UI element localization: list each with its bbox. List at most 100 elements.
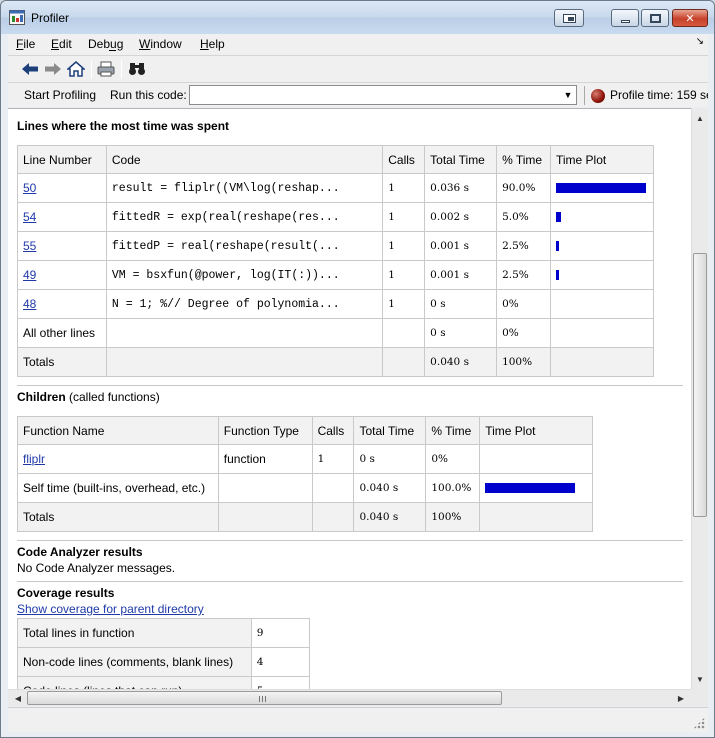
menu-window[interactable]: Window: [139, 37, 182, 51]
report-content: Lines where the most time was spent Line…: [8, 108, 691, 689]
table-row: Non-code lines (comments, blank lines) 4: [17, 647, 311, 677]
code-analyzer-title: Code Analyzer results: [17, 545, 143, 559]
column-header: % Time: [425, 416, 481, 445]
status-bar: [8, 707, 708, 732]
total-time-cell: 0.040 s: [353, 502, 427, 532]
resize-grip-icon[interactable]: [693, 717, 705, 729]
back-button[interactable]: [20, 60, 40, 78]
table-header-row: Function Name Function Type Calls Total …: [17, 416, 593, 445]
percent-time-cell: 2.5%: [496, 231, 551, 261]
start-profiling-button[interactable]: Start Profiling: [24, 88, 96, 102]
line-number-link[interactable]: 48: [23, 297, 36, 311]
dock-arrow-icon[interactable]: ↘: [696, 36, 704, 47]
totals-row: Totals 0.040 s 100%: [17, 347, 654, 377]
show-coverage-link[interactable]: Show coverage for parent directory: [17, 602, 204, 616]
vertical-scroll-thumb[interactable]: [693, 253, 707, 517]
table-row: Total lines in function 9: [17, 618, 311, 648]
time-plot-bar: [556, 212, 561, 222]
code-cell: result = fliplr((VM\log(reshap...: [105, 173, 384, 203]
maximize-icon: [649, 13, 661, 23]
column-header: Total Time: [424, 145, 498, 174]
column-header: % Time: [496, 145, 551, 174]
forward-button[interactable]: [43, 60, 63, 78]
percent-time-cell: 90.0%: [496, 173, 551, 203]
calls-cell: 1: [382, 202, 426, 232]
close-icon: ✕: [685, 12, 695, 25]
percent-time-cell: 2.5%: [496, 260, 551, 290]
menu-help[interactable]: Help: [200, 37, 225, 51]
home-button[interactable]: [66, 60, 86, 78]
profiler-status-light-icon: [591, 89, 605, 103]
total-time-cell: 0.001 s: [424, 260, 498, 290]
profiler-window: Profiler ✕ File Edit Debug Window Help ↘: [0, 0, 715, 738]
scroll-up-arrow-icon[interactable]: ▲: [692, 110, 708, 126]
vertical-scrollbar[interactable]: ▲ ▼: [691, 108, 708, 689]
window-title: Profiler: [31, 11, 70, 25]
time-plot-bar: [556, 183, 646, 193]
find-binoculars-icon: [129, 63, 145, 75]
line-number-link[interactable]: 55: [23, 239, 36, 253]
column-header: Calls: [311, 416, 355, 445]
self-time-label: Self time (built-ins, overhead, etc.): [17, 473, 219, 503]
scroll-corner: [691, 689, 708, 706]
total-time-cell: 0 s: [424, 289, 498, 319]
print-button[interactable]: [96, 60, 116, 78]
column-header: Time Plot: [550, 145, 654, 174]
totals-label: Totals: [17, 502, 219, 532]
total-time-cell: 0.040 s: [353, 473, 427, 503]
table-row: fliplr function 1 0 s 0%: [17, 444, 593, 474]
totals-row: Totals 0.040 s 100%: [17, 502, 593, 532]
scroll-right-arrow-icon[interactable]: ▶: [673, 690, 689, 706]
children-table: Function Name Function Type Calls Total …: [17, 416, 593, 532]
table-row: 54 fittedR = exp(real(reshape(res... 1 0…: [17, 202, 654, 232]
calls-cell: 1: [382, 231, 426, 261]
scroll-left-arrow-icon[interactable]: ◀: [10, 690, 26, 706]
column-header: Total Time: [353, 416, 427, 445]
code-cell: N = 1; %// Degree of polynomia...: [105, 289, 384, 319]
run-this-code-label: Run this code:: [110, 88, 187, 102]
scroll-down-arrow-icon[interactable]: ▼: [692, 671, 708, 687]
print-icon: [97, 61, 115, 77]
lines-table: Line Number Code Calls Total Time % Time…: [17, 145, 654, 377]
close-button[interactable]: ✕: [672, 9, 708, 27]
chevron-down-icon[interactable]: ▼: [560, 86, 576, 104]
menu-debug[interactable]: Debug: [88, 37, 124, 51]
line-number-link[interactable]: 54: [23, 210, 36, 224]
table-row: All other lines 0 s 0%: [17, 318, 654, 348]
code-cell: VM = bsxfun(@power, log(IT(:))...: [105, 260, 384, 290]
line-number-link[interactable]: 49: [23, 268, 36, 282]
column-header: Line Number: [17, 145, 107, 174]
table-row: Code lines (lines that can run) 5: [17, 676, 311, 689]
coverage-label: Non-code lines (comments, blank lines): [17, 647, 252, 677]
undock-button[interactable]: [554, 9, 584, 27]
percent-time-cell: 100.0%: [425, 473, 481, 503]
table-row: 50 result = fliplr((VM\log(reshap... 1 0…: [17, 173, 654, 203]
menu-file[interactable]: File: [16, 37, 35, 51]
column-header: Function Type: [217, 416, 313, 445]
table-row: 48 N = 1; %// Degree of polynomia... 1 0…: [17, 289, 654, 319]
total-time-cell: 0.036 s: [424, 173, 498, 203]
horizontal-scrollbar[interactable]: ◀ ▶: [8, 689, 691, 706]
function-name-link[interactable]: fliplr: [23, 452, 45, 466]
coverage-label: Code lines (lines that can run): [17, 676, 252, 689]
run-code-input[interactable]: [189, 85, 577, 105]
maximize-button[interactable]: [641, 9, 669, 27]
total-time-cell: 0.002 s: [424, 202, 498, 232]
find-button[interactable]: [127, 60, 147, 78]
time-plot-cell: [550, 289, 654, 319]
line-number-link[interactable]: 50: [23, 181, 36, 195]
children-section-title: Children (called functions): [17, 390, 160, 404]
lines-section-title: Lines where the most time was spent: [17, 119, 230, 133]
code-cell: fittedP = real(reshape(result(...: [105, 231, 384, 261]
time-plot-bar: [556, 270, 559, 280]
section-divider: [17, 581, 683, 582]
table-row: Self time (built-ins, overhead, etc.) 0.…: [17, 473, 593, 503]
menu-edit[interactable]: Edit: [51, 37, 72, 51]
other-lines-label: All other lines: [17, 318, 107, 348]
table-row: 49 VM = bsxfun(@power, log(IT(:))... 1 0…: [17, 260, 654, 290]
runbar-separator: [584, 86, 585, 105]
minimize-button[interactable]: [611, 9, 639, 27]
total-time-cell: 0.001 s: [424, 231, 498, 261]
percent-time-cell: 100%: [425, 502, 481, 532]
horizontal-scroll-thumb[interactable]: [27, 691, 502, 705]
